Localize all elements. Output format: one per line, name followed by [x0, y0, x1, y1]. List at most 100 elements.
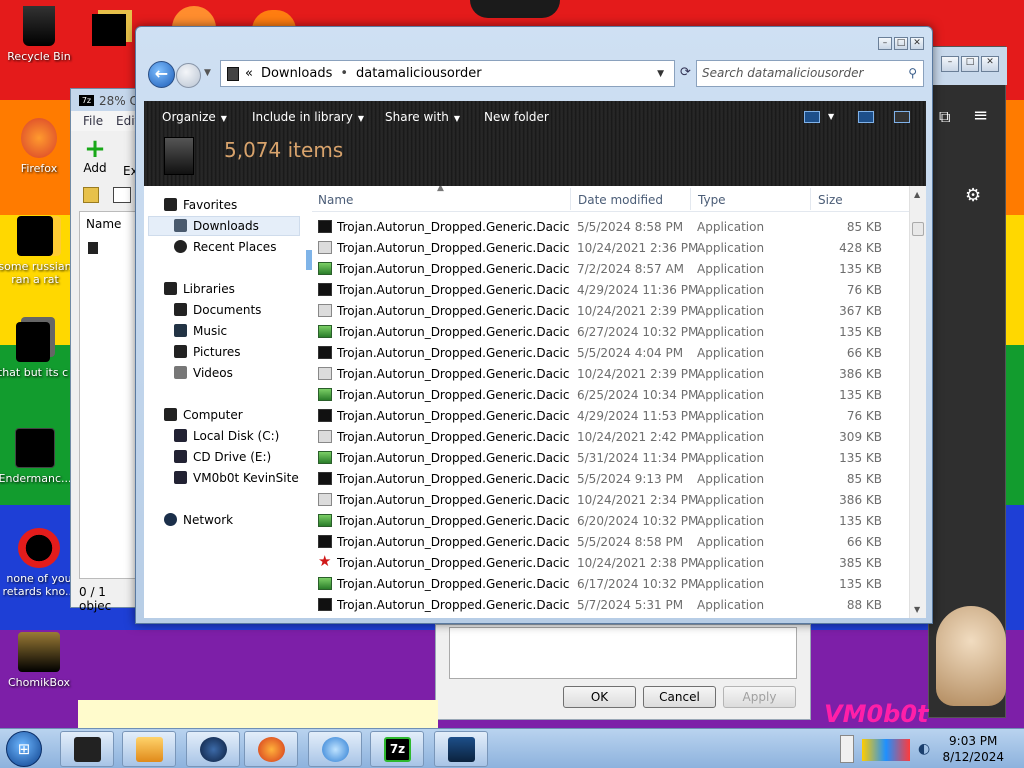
nav-local-disk[interactable]: Local Disk (C:) — [174, 429, 279, 443]
file-row[interactable]: Trojan.Autorun_Dropped.Generic.Dacic.0..… — [312, 595, 902, 616]
start-button[interactable]: ⊞ — [6, 731, 42, 767]
explorer-window[interactable]: – □ ✕ ← ▼ « Downloads • datamaliciousord… — [135, 26, 933, 624]
breadcrumb-current[interactable]: datamaliciousorder — [356, 66, 482, 81]
dialog-text-area[interactable] — [449, 627, 797, 679]
nav-libraries[interactable]: Libraries — [164, 282, 235, 296]
scroll-down-icon[interactable]: ▼ — [914, 605, 920, 614]
ok-button[interactable]: OK — [563, 686, 636, 708]
navigation-pane[interactable]: Favorites Downloads Recent Places Librar… — [144, 186, 312, 618]
search-icon[interactable]: ⚲ — [908, 66, 917, 80]
file-row[interactable]: ★ Trojan.Autorun_Dropped.Generic.Dacic.0.… — [312, 553, 902, 574]
properties-dialog[interactable]: OK Cancel Apply — [435, 624, 811, 720]
new-folder-button[interactable]: New folder — [484, 110, 549, 124]
taskbar-media-player[interactable] — [122, 731, 176, 767]
taskbar-explorer[interactable] — [60, 731, 114, 767]
file-row[interactable]: Trojan.Autorun_Dropped.Generic.Dacic.0..… — [312, 448, 902, 469]
taskbar-7zip[interactable]: 7z — [370, 731, 424, 767]
maximize-button[interactable]: □ — [961, 56, 979, 72]
menu-icon[interactable]: ≡ — [973, 105, 988, 126]
extensions-icon[interactable]: ⧉ — [939, 107, 950, 127]
scroll-up-icon[interactable]: ▲ — [914, 190, 920, 199]
chevron-down-icon[interactable]: ▼ — [828, 112, 834, 121]
organize-button[interactable]: Organize ▼ — [162, 110, 227, 124]
scroll-thumb[interactable] — [912, 222, 924, 236]
file-row[interactable]: Trojan.Autorun_Dropped.Generic.Dacic.0..… — [312, 427, 902, 448]
help-icon[interactable] — [894, 111, 910, 123]
file-row[interactable]: Trojan.Autorun_Dropped.Generic.Dacic.0..… — [312, 490, 902, 511]
taskbar-window[interactable] — [434, 731, 488, 767]
nav-music[interactable]: Music — [174, 324, 227, 338]
minimize-button[interactable]: – — [878, 37, 892, 50]
nav-favorites[interactable]: Favorites — [164, 198, 237, 212]
include-in-library-button[interactable]: Include in library ▼ — [252, 110, 364, 124]
nav-pictures[interactable]: Pictures — [174, 345, 241, 359]
forward-arrow-icon[interactable] — [176, 63, 201, 88]
taskbar-firefox[interactable] — [244, 731, 298, 767]
nav-downloads[interactable]: Downloads — [174, 219, 259, 233]
breadcrumb-root-chevron[interactable]: « — [245, 66, 253, 81]
file-row[interactable]: Trojan.Autorun_Dropped.Generic.Dacic.0..… — [312, 532, 902, 553]
close-button[interactable]: ✕ — [910, 37, 924, 50]
file-row[interactable]: Trojan.Autorun_Dropped.Generic.Dacic.0..… — [312, 343, 902, 364]
file-row[interactable]: Trojan.Autorun_Dropped.Generic.Dacic.0..… — [312, 301, 902, 322]
minimize-button[interactable]: – — [941, 56, 959, 72]
column-header-date[interactable]: Date modified — [578, 193, 663, 207]
column-header-size[interactable]: Size — [818, 193, 843, 207]
nav-videos[interactable]: Videos — [174, 366, 233, 380]
desktop-icon-chomikbox[interactable]: ChomikBox — [2, 632, 76, 689]
folder-up-icon[interactable] — [83, 187, 99, 203]
desktop-shortcut-icon[interactable] — [92, 14, 126, 46]
chevron-down-icon[interactable]: ▼ — [657, 69, 664, 79]
apply-button[interactable]: Apply — [723, 686, 796, 708]
file-row[interactable]: Trojan.Autorun_Dropped.Generic.Dacic.0..… — [312, 217, 902, 238]
file-row[interactable]: Trojan.Autorun_Dropped.Generic.Dacic.0..… — [312, 574, 902, 595]
desktop-icon-some-russian[interactable]: some russian ran a rat — [0, 216, 72, 286]
desktop-icon-none-of-you[interactable]: none of you retards kno... — [2, 528, 76, 598]
tray-app-icon[interactable] — [862, 739, 910, 761]
history-chevron-down-icon[interactable]: ▼ — [204, 68, 211, 78]
preview-pane-icon[interactable] — [858, 111, 874, 123]
nav-vm-site[interactable]: VM0b0t KevinSite — [174, 471, 299, 485]
column-header-name[interactable]: Name — [318, 193, 353, 207]
nav-recent-places[interactable]: Recent Places — [174, 240, 276, 254]
nav-cd-drive[interactable]: CD Drive (E:) — [174, 450, 271, 464]
file-list[interactable]: Name ▲ Date modified Type Size Trojan.Au… — [312, 186, 926, 618]
add-button[interactable]: + Add — [79, 136, 111, 177]
column-header-type[interactable]: Type — [698, 193, 726, 207]
change-view-icon[interactable] — [804, 111, 820, 123]
taskbar-clock[interactable]: 9:03 PM 8/12/2024 — [942, 733, 1004, 765]
desktop-icon-firefox[interactable]: Firefox — [2, 118, 76, 175]
desktop-icon-endermanch[interactable]: Endermanc... — [0, 428, 72, 485]
close-button[interactable]: ✕ — [981, 56, 999, 72]
refresh-icon[interactable]: ⟳ — [680, 65, 691, 80]
speaker-icon[interactable]: ◐ — [918, 741, 930, 757]
sevenzip-list[interactable]: Name — [79, 211, 141, 579]
address-bar[interactable]: « Downloads • datamaliciousorder ▼ — [220, 60, 675, 87]
show-hidden-icons-icon[interactable] — [840, 735, 854, 763]
nav-network[interactable]: Network — [164, 513, 233, 527]
taskbar-search[interactable] — [308, 731, 362, 767]
column-name[interactable]: Name — [86, 217, 121, 231]
nav-documents[interactable]: Documents — [174, 303, 261, 317]
search-input[interactable]: Search datamaliciousorder ⚲ — [696, 60, 924, 87]
cancel-button[interactable]: Cancel — [643, 686, 716, 708]
file-row[interactable]: Trojan.Autorun_Dropped.Generic.Dacic.0..… — [312, 280, 902, 301]
file-row[interactable]: Trojan.Autorun_Dropped.Generic.Dacic.0..… — [312, 511, 902, 532]
file-row[interactable]: Trojan.Autorun_Dropped.Generic.Dacic.0..… — [312, 406, 902, 427]
taskbar-globe[interactable] — [186, 731, 240, 767]
desktop-icon-recycle-bin[interactable]: Recycle Bin — [2, 6, 76, 63]
breadcrumb-separator[interactable]: • — [340, 66, 348, 81]
file-row[interactable]: Trojan.Autorun_Dropped.Generic.Dacic.0..… — [312, 322, 902, 343]
maximize-button[interactable]: □ — [894, 37, 908, 50]
file-row[interactable]: Trojan.Autorun_Dropped.Generic.Dacic.0..… — [312, 469, 902, 490]
file-row[interactable]: Trojan.Autorun_Dropped.Generic.Dacic.0..… — [312, 238, 902, 259]
settings-gear-icon[interactable]: ⚙ — [965, 185, 981, 206]
file-row[interactable]: Trojan.Autorun_Dropped.Generic.Dacic.0..… — [312, 385, 902, 406]
vertical-scrollbar[interactable]: ▲ ▼ — [909, 186, 926, 618]
share-with-button[interactable]: Share with ▼ — [385, 110, 460, 124]
nav-computer[interactable]: Computer — [164, 408, 243, 422]
file-row[interactable]: Trojan.Autorun_Dropped.Generic.Dacic.0..… — [312, 259, 902, 280]
breadcrumb-downloads[interactable]: Downloads — [261, 66, 332, 81]
desktop-icon-that-but-its[interactable]: that but its c — [0, 322, 70, 379]
sevenzip-window[interactable]: 7z 28% C File Edit + Add Ex Name 0 / 1 o… — [70, 88, 141, 613]
